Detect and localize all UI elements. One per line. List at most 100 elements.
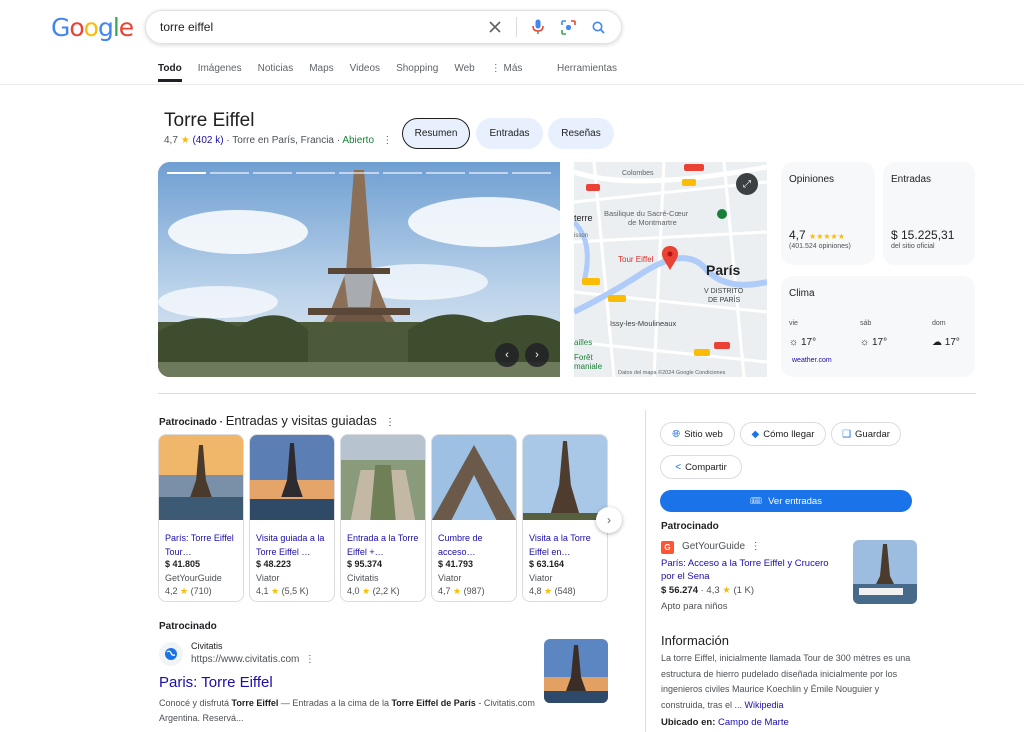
chip-resenas[interactable]: Reseñas — [548, 118, 614, 149]
svg-text:isson: isson — [574, 233, 588, 239]
save-button[interactable]: ❑ Guardar — [831, 422, 901, 446]
sponsored-offer-thumbnail[interactable] — [853, 540, 917, 604]
paris-map: Colombes terre isson Basilique du Sacré-… — [574, 162, 767, 377]
tour-card[interactable]: París: Torre Eiffel Tour… $ 41.805 GetYo… — [158, 434, 244, 602]
globe-icon: 🌐︎ — [672, 428, 681, 440]
tab-web[interactable]: Web — [454, 63, 474, 82]
map-pin-label: Tour Eiffel — [618, 255, 654, 264]
google-logo[interactable]: Google — [51, 13, 134, 42]
entity-title: Torre Eiffel — [164, 110, 255, 131]
tickets-card-label: Entradas — [891, 174, 932, 185]
tickets-card-source: del sitio oficial — [891, 243, 935, 250]
expand-map-icon[interactable]: ⤢ — [736, 173, 758, 195]
tab-maps[interactable]: Maps — [309, 63, 333, 82]
partly-sunny-icon: ☼ — [789, 337, 799, 348]
tour-price: $ 41.805 — [165, 559, 201, 569]
more-vert-icon[interactable]: ⋮ — [302, 654, 315, 665]
location-link[interactable]: Campo de Marte — [718, 717, 789, 728]
tab-noticias[interactable]: Noticias — [258, 63, 294, 82]
weather-card[interactable]: Clima vie sáb dom ☼ 17° ☼ 17° ☁ 17° weat… — [781, 276, 975, 377]
clear-icon[interactable] — [486, 18, 504, 36]
entity-type: · Torre en París, Francia · — [226, 135, 341, 146]
provider-name: GetYourGuide ⋮ — [682, 541, 761, 552]
share-button[interactable]: < Compartir — [660, 455, 742, 479]
view-tickets-button[interactable]: 🎟︎ Ver entradas — [660, 490, 912, 512]
weather-day-3: dom — [932, 320, 946, 327]
reviews-card-value: 4,7 ★★★★★ — [789, 228, 845, 242]
search-icon[interactable] — [589, 18, 607, 36]
map-label-colombes: Colombes — [622, 170, 654, 177]
tab-imagenes[interactable]: Imágenes — [198, 63, 242, 82]
sponsored-offer-price: $ 56.274 · 4,3 ★ (1 K) — [661, 585, 755, 596]
tickets-card-value: $ 15.225,31 — [891, 228, 955, 242]
more-vert-icon[interactable]: ⋮ — [377, 135, 392, 146]
map-label-paris: París — [706, 262, 740, 278]
more-vert-icon[interactable]: ⋮ — [380, 417, 395, 428]
tour-price: $ 95.374 — [347, 559, 383, 569]
tour-card[interactable]: Cumbre de acceso… $ 41.793 Viator 4,7 ★ … — [431, 434, 517, 602]
tour-title[interactable]: París: Torre Eiffel Tour… — [159, 523, 243, 559]
ticket-icon: 🎟︎ — [750, 495, 763, 507]
tab-more[interactable]: ⋮ Más — [491, 63, 523, 82]
search-box[interactable]: torre eiffel — [145, 10, 622, 44]
tour-title[interactable]: Cumbre de acceso… — [432, 523, 516, 559]
website-button[interactable]: 🌐︎ Sitio web — [660, 422, 735, 446]
map-thumbnail[interactable]: Colombes terre isson Basilique du Sacré-… — [574, 162, 767, 377]
tour-provider: Viator — [438, 573, 462, 583]
directions-button[interactable]: ◆ Cómo llegar — [740, 422, 826, 446]
map-label-issy: Issy-les-Moulineaux — [610, 319, 677, 328]
tab-videos[interactable]: Videos — [350, 63, 380, 82]
ad-sponsored-label: Patrocinado — [159, 621, 217, 632]
tools-button[interactable]: Herramientas — [557, 63, 617, 74]
tab-todo[interactable]: Todo — [158, 63, 182, 82]
tour-rating: 4,2 ★ (710) — [165, 586, 212, 596]
reviews-card[interactable]: Opiniones 4,7 ★★★★★ (401.524 opiniones) — [781, 162, 875, 265]
weather-temp-3: ☁ 17° — [932, 337, 960, 348]
tour-card[interactable]: Entrada a la Torre Eiffel +… $ 95.374 Ci… — [340, 434, 426, 602]
tickets-card[interactable]: Entradas $ 15.225,31 del sitio oficial — [883, 162, 975, 265]
tour-provider: Viator — [256, 573, 280, 583]
entity-rating: 4,7 — [164, 135, 178, 146]
ad-title-link[interactable]: Paris: Torre Eiffel — [159, 674, 273, 691]
eiffel-photo[interactable]: ‹ › — [158, 162, 560, 377]
star-icon: ★ — [180, 135, 190, 146]
svg-text:V DISTRITO: V DISTRITO — [704, 288, 744, 295]
microphone-icon[interactable] — [529, 18, 547, 36]
chip-entradas[interactable]: Entradas — [476, 118, 543, 149]
map-footer: Datos del mapa ©2024 Google Condiciones — [618, 369, 726, 376]
search-input[interactable]: torre eiffel — [160, 20, 474, 34]
tour-title[interactable]: Visita guiada a la Torre Eiffel … — [250, 523, 334, 559]
getyourguide-logo: G — [661, 541, 674, 554]
tour-rating: 4,0 ★ (2,2 K) — [347, 586, 400, 596]
search-tabs: Todo Imágenes Noticias Maps Videos Shopp… — [158, 63, 538, 82]
tour-rating: 4,7 ★ (987) — [438, 586, 485, 596]
right-sponsored-label: Patrocinado — [661, 521, 719, 532]
tour-title[interactable]: Visita a la Torre Eiffel en… — [523, 523, 607, 559]
prev-photo-button[interactable]: ‹ — [495, 343, 519, 367]
wikipedia-link[interactable]: Wikipedia — [745, 700, 784, 710]
svg-text:maniale: maniale — [574, 362, 603, 371]
chip-resumen[interactable]: Resumen — [402, 118, 470, 149]
tab-shopping[interactable]: Shopping — [396, 63, 438, 82]
entity-status: Abierto — [342, 135, 375, 146]
weather-source-link[interactable]: weather.com — [792, 357, 832, 364]
lens-icon[interactable] — [559, 18, 577, 36]
more-vert-icon[interactable]: ⋮ — [748, 541, 761, 552]
tour-provider: Viator — [529, 573, 553, 583]
svg-text:terre: terre — [574, 213, 593, 223]
search-separator — [516, 17, 517, 37]
info-title: Información — [661, 633, 729, 648]
info-location: Ubicado en: Campo de Marte — [661, 717, 789, 728]
tour-title[interactable]: Entrada a la Torre Eiffel +… — [341, 523, 425, 559]
tour-price: $ 41.793 — [438, 559, 474, 569]
ad-thumbnail[interactable] — [544, 639, 608, 703]
entity-reviews-link[interactable]: (402 k) — [192, 135, 223, 146]
tours-next-button[interactable]: › — [596, 507, 622, 533]
reviews-card-count: (401.524 opiniones) — [789, 243, 851, 250]
sponsored-offer-link[interactable]: París: Acceso a la Torre Eiffel y Crucer… — [661, 557, 841, 583]
header-divider — [0, 84, 1024, 85]
next-photo-button[interactable]: › — [525, 343, 549, 367]
weather-day-2: sáb — [860, 320, 872, 327]
directions-icon: ◆ — [751, 428, 760, 440]
tour-card[interactable]: Visita guiada a la Torre Eiffel … $ 48.2… — [249, 434, 335, 602]
